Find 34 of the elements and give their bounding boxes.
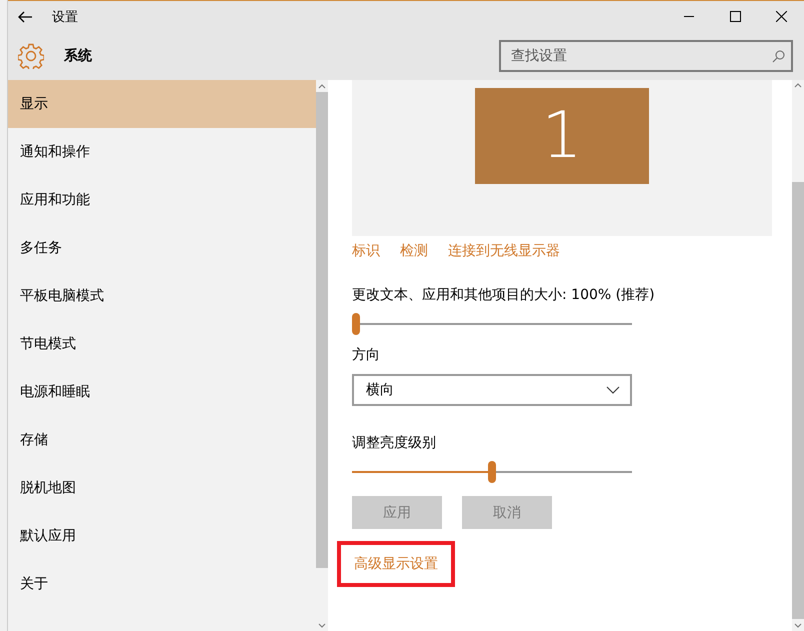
monitor-tile[interactable]: 1 <box>475 88 649 184</box>
sidebar-item[interactable]: 应用和功能 <box>8 176 316 224</box>
maximize-icon <box>730 11 740 22</box>
window-title: 设置 <box>52 10 78 24</box>
orientation-label: 方向 <box>352 346 380 364</box>
sidebar-item[interactable]: 电源和睡眠 <box>8 368 316 416</box>
scrollbar-thumb[interactable] <box>792 182 804 620</box>
sidebar-item[interactable]: 多任务 <box>8 224 316 272</box>
minimize-icon <box>684 16 694 18</box>
sidebar-item[interactable]: 默认应用 <box>8 512 316 560</box>
back-arrow-icon <box>18 10 32 22</box>
search-icon <box>772 50 785 63</box>
sidebar-item[interactable]: 显示 <box>8 80 316 128</box>
sidebar-item[interactable]: 通知和操作 <box>8 128 316 176</box>
scroll-up-icon[interactable] <box>794 83 802 88</box>
sidebar-item[interactable]: 脱机地图 <box>8 464 316 512</box>
slider-thumb[interactable] <box>352 313 360 335</box>
scale-label: 更改文本、应用和其他项目的大小: 100% (推荐) <box>352 286 655 304</box>
search-field[interactable]: 查找设置 <box>499 40 793 72</box>
close-icon <box>776 11 786 22</box>
slider-thumb[interactable] <box>488 461 496 483</box>
settings-icon <box>18 43 44 69</box>
sidebar-item[interactable]: 节电模式 <box>8 320 316 368</box>
scrollbar-thumb[interactable] <box>316 92 328 568</box>
brightness-label: 调整亮度级别 <box>352 434 436 452</box>
sidebar-item[interactable]: 关于 <box>8 560 316 608</box>
page-title: 系统 <box>64 48 92 64</box>
sidebar-item[interactable]: 存储 <box>8 416 316 464</box>
chevron-down-icon <box>606 386 620 394</box>
scroll-down-icon[interactable] <box>318 622 326 628</box>
orientation-dropdown[interactable]: 横向 <box>352 374 632 406</box>
sidebar-item[interactable]: 平板电脑模式 <box>8 272 316 320</box>
scroll-up-icon[interactable] <box>318 84 326 88</box>
scroll-down-icon[interactable] <box>794 622 802 628</box>
